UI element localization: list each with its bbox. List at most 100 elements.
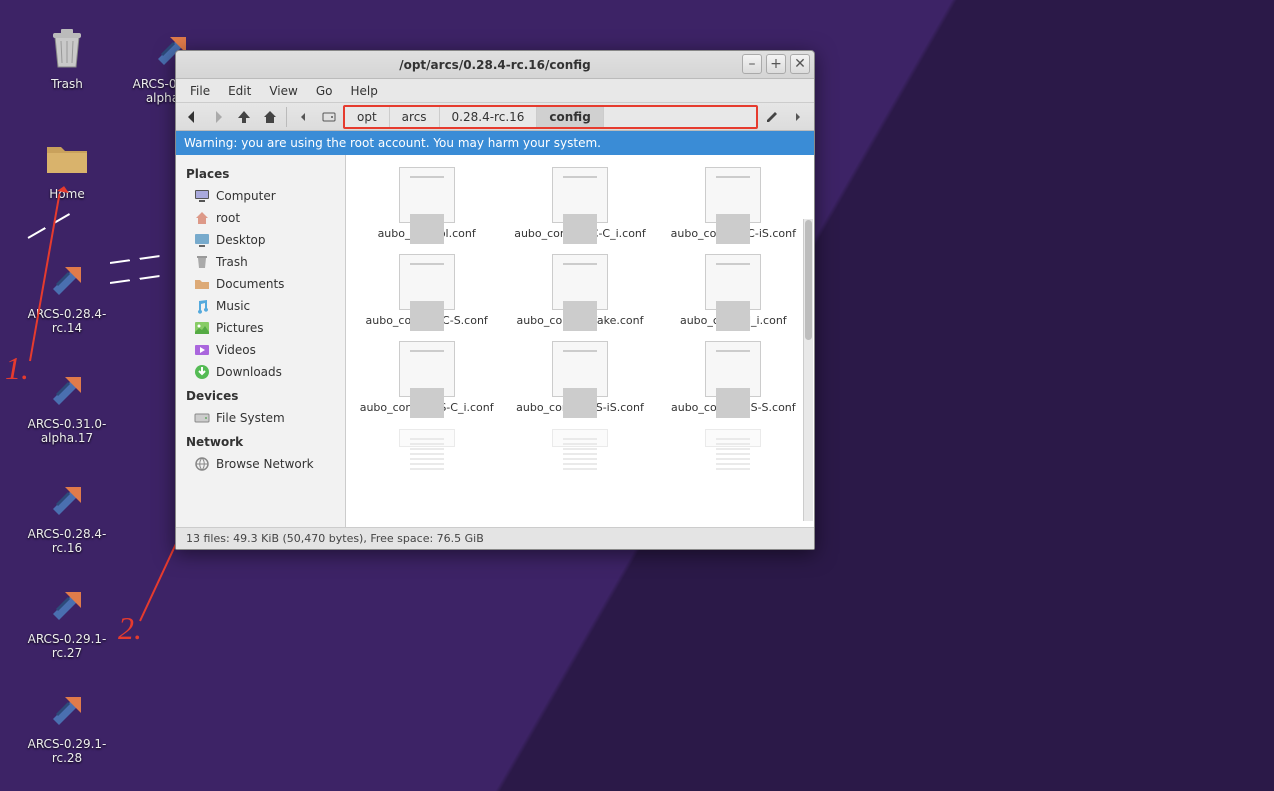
decorative-dash-line xyxy=(110,254,165,264)
videos-icon xyxy=(194,342,210,358)
sidebar-item-label: Videos xyxy=(216,343,256,357)
desktop-icon-arcs-0-29-1-rc-27[interactable]: ARCS-0.29.1-rc.27 xyxy=(22,580,112,661)
back-button[interactable] xyxy=(180,106,204,128)
sidebar-item-label: Browse Network xyxy=(216,457,314,471)
window-titlebar[interactable]: /opt/arcs/0.28.4-rc.16/config – + ✕ xyxy=(176,51,814,79)
file-name-label: aubo_control_C-C_i.conf xyxy=(507,227,652,240)
trash-icon xyxy=(194,254,210,270)
desktop-icon-arcs-0-28-4-rc-16[interactable]: ARCS-0.28.4-rc.16 xyxy=(22,475,112,556)
sidebar-item-label: Pictures xyxy=(216,321,264,335)
desktop-icon-label: Home xyxy=(22,187,112,201)
sidebar-item-label: Documents xyxy=(216,277,284,291)
file-item[interactable]: aubo_control_C-S.conf xyxy=(350,250,503,331)
menu-view[interactable]: View xyxy=(261,82,305,100)
file-name-label: aubo_control_iS-S.conf xyxy=(661,401,806,414)
window-close-button[interactable]: ✕ xyxy=(790,54,810,74)
sidebar-item-pictures[interactable]: Pictures xyxy=(180,317,341,339)
sidebar-item-desktop[interactable]: Desktop xyxy=(180,229,341,251)
file-item-partial[interactable] xyxy=(657,425,810,455)
disk-icon xyxy=(194,410,210,426)
file-pane[interactable]: aubo_control.conf aubo_control_C-C_i.conf… xyxy=(346,155,814,527)
file-name-label: aubo_control_i.conf xyxy=(661,314,806,327)
menu-go[interactable]: Go xyxy=(308,82,341,100)
decorative-dash-line xyxy=(28,213,71,239)
app-icon xyxy=(43,255,91,303)
sidebar-item-music[interactable]: Music xyxy=(180,295,341,317)
file-item-partial[interactable] xyxy=(350,425,503,455)
sidebar-places-heading: Places xyxy=(180,161,341,185)
trash-icon xyxy=(43,25,91,73)
toolbar: opt arcs 0.28.4-rc.16 config xyxy=(176,103,814,131)
breadcrumb-opt[interactable]: opt xyxy=(345,107,390,127)
sidebar-item-root[interactable]: root xyxy=(180,207,341,229)
text-file-icon xyxy=(552,254,608,310)
scrollbar[interactable] xyxy=(803,219,813,521)
sidebar-item-documents[interactable]: Documents xyxy=(180,273,341,295)
desktop-icon-label: ARCS-0.29.1-rc.28 xyxy=(22,737,112,766)
sidebar-item-trash[interactable]: Trash xyxy=(180,251,341,273)
sidebar-item-file-system[interactable]: File System xyxy=(180,407,341,429)
sidebar-item-videos[interactable]: Videos xyxy=(180,339,341,361)
downloads-icon xyxy=(194,364,210,380)
edit-path-button[interactable] xyxy=(760,106,784,128)
text-file-icon xyxy=(399,167,455,223)
menu-edit[interactable]: Edit xyxy=(220,82,259,100)
desktop-icon-label: Trash xyxy=(22,77,112,91)
scrollbar-thumb[interactable] xyxy=(805,220,812,340)
file-item[interactable]: aubo_control_iS-S.conf xyxy=(657,337,810,418)
breadcrumb: opt arcs 0.28.4-rc.16 config xyxy=(343,105,758,129)
desktop-icon-arcs-0-29-1-rc-28[interactable]: ARCS-0.29.1-rc.28 xyxy=(22,685,112,766)
sidebar-item-computer[interactable]: Computer xyxy=(180,185,341,207)
forward-button[interactable] xyxy=(206,106,230,128)
path-disk-button[interactable] xyxy=(317,106,341,128)
sidebar-item-label: root xyxy=(216,211,240,225)
sidebar-item-label: Downloads xyxy=(216,365,282,379)
app-icon xyxy=(43,475,91,523)
pictures-icon xyxy=(194,320,210,336)
sidebar-item-label: Computer xyxy=(216,189,276,203)
file-item[interactable]: aubo_control_C-iS.conf xyxy=(657,163,810,244)
path-left-button[interactable] xyxy=(291,106,315,128)
file-item-partial[interactable] xyxy=(503,425,656,455)
folder-icon xyxy=(43,135,91,183)
text-file-icon xyxy=(552,167,608,223)
sidebar-item-downloads[interactable]: Downloads xyxy=(180,361,341,383)
file-manager-window: /opt/arcs/0.28.4-rc.16/config – + ✕ File… xyxy=(175,50,815,550)
sidebar-devices-heading: Devices xyxy=(180,383,341,407)
computer-icon xyxy=(194,188,210,204)
desktop-icon-trash[interactable]: Trash xyxy=(22,25,112,91)
breadcrumb-version[interactable]: 0.28.4-rc.16 xyxy=(440,107,538,127)
up-button[interactable] xyxy=(232,106,256,128)
file-item[interactable]: aubo_control.conf xyxy=(350,163,503,244)
breadcrumb-arcs[interactable]: arcs xyxy=(390,107,440,127)
desktop-icon-arcs-0-28-4-rc-14[interactable]: ARCS-0.28.4-rc.14 xyxy=(22,255,112,336)
desktop-icon-label: ARCS-0.28.4-rc.14 xyxy=(22,307,112,336)
file-item[interactable]: aubo_control_i.conf xyxy=(657,250,810,331)
file-item[interactable]: aubo_control_C-C_i.conf xyxy=(503,163,656,244)
file-item[interactable]: aubo_control_fake.conf xyxy=(503,250,656,331)
desktop-icon-arcs-0-31-0-alpha-17[interactable]: ARCS-0.31.0-alpha.17 xyxy=(22,365,112,446)
breadcrumb-config[interactable]: config xyxy=(537,107,603,127)
file-name-label: aubo_control_C-S.conf xyxy=(354,314,499,327)
home-button[interactable] xyxy=(258,106,282,128)
file-item[interactable]: aubo_control_iS-iS.conf xyxy=(503,337,656,418)
sidebar: Places Computer root DesktopTrash Documents… xyxy=(176,155,346,527)
path-right-button[interactable] xyxy=(786,106,810,128)
decorative-dash-line xyxy=(110,274,170,284)
menu-help[interactable]: Help xyxy=(342,82,385,100)
app-icon xyxy=(43,580,91,628)
window-maximize-button[interactable]: + xyxy=(766,54,786,74)
menu-file[interactable]: File xyxy=(182,82,218,100)
app-icon xyxy=(43,685,91,733)
file-item[interactable]: aubo_control_iS-C_i.conf xyxy=(350,337,503,418)
file-name-label: aubo_control_iS-C_i.conf xyxy=(354,401,499,414)
desktop: TrashARCS-0.29.1-alpha.13HomeARCS-0.28.4… xyxy=(0,0,1274,791)
status-bar: 13 files: 49.3 KiB (50,470 bytes), Free … xyxy=(176,527,814,549)
file-name-label: aubo_control_iS-iS.conf xyxy=(507,401,652,414)
sidebar-item-browse-network[interactable]: Browse Network xyxy=(180,453,341,475)
desktop-icon-label: ARCS-0.31.0-alpha.17 xyxy=(22,417,112,446)
sidebar-network-heading: Network xyxy=(180,429,341,453)
window-minimize-button[interactable]: – xyxy=(742,54,762,74)
network-icon xyxy=(194,456,210,472)
desktop-icon-home[interactable]: Home xyxy=(22,135,112,201)
